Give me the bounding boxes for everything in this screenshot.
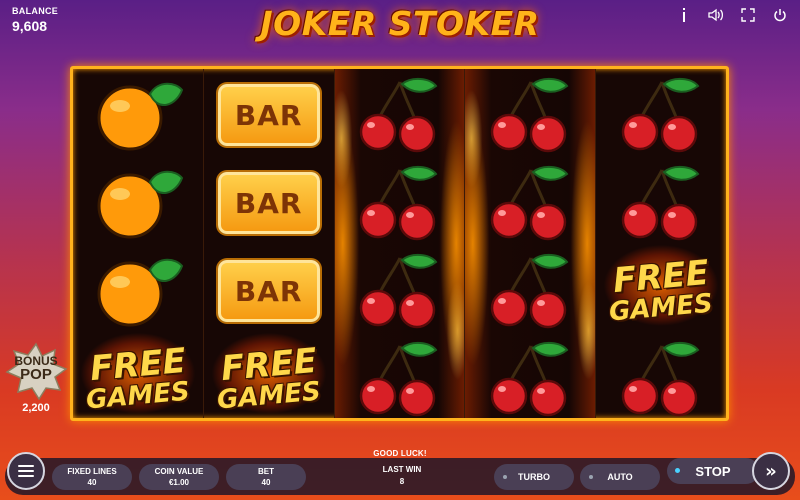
last-win-label: LAST WIN — [382, 465, 422, 474]
coin-value-label: COIN VALUE — [154, 467, 204, 476]
bar-symbol: BAR — [204, 247, 334, 335]
orange-symbol — [73, 159, 203, 247]
bar-symbol: BAR — [204, 71, 334, 159]
cherry-symbol — [596, 71, 726, 159]
bar-tile: BAR — [217, 84, 320, 146]
auto-label: AUTO — [607, 472, 633, 482]
auto-toggle[interactable]: AUTO — [580, 464, 660, 490]
reel-2: BAR BAR BAR FREE GAMES — [203, 69, 335, 424]
free-games-line2: GAMES — [84, 376, 191, 415]
auto-indicator — [589, 475, 593, 479]
turbo-toggle[interactable]: TURBO — [494, 464, 574, 490]
orange-symbol — [73, 71, 203, 159]
status-message: GOOD LUCK! — [373, 449, 427, 458]
cherry-symbol — [465, 247, 595, 335]
stop-label: STOP — [695, 463, 731, 479]
power-icon[interactable] — [770, 5, 790, 25]
cherry-symbol — [335, 247, 465, 335]
double-chevron-right-icon: » — [765, 460, 777, 482]
bet-value: 40 — [261, 478, 271, 487]
cherry-symbol — [465, 335, 595, 423]
free-games-line2: GAMES — [215, 376, 322, 415]
bar-tile: BAR — [217, 172, 320, 234]
bar-tile: BAR — [217, 260, 320, 322]
fullscreen-icon[interactable] — [738, 5, 758, 25]
top-icon-bar — [674, 5, 790, 25]
reel-3 — [334, 69, 466, 418]
reel-4 — [465, 69, 597, 418]
free-games-symbol: FREE GAMES — [73, 332, 203, 424]
bar-text: BAR — [234, 274, 303, 308]
coin-value-value: €1.00 — [168, 478, 190, 487]
menu-button[interactable] — [7, 452, 45, 490]
spin-button[interactable]: » — [752, 452, 790, 490]
turbo-indicator — [503, 475, 507, 479]
last-win-value: 8 — [399, 477, 405, 486]
bar-text: BAR — [234, 186, 303, 220]
cherry-symbol — [335, 335, 465, 423]
menu-icon — [18, 465, 34, 467]
free-games-symbol: FREE GAMES — [203, 332, 334, 424]
free-games-symbol: FREE GAMES — [596, 244, 726, 336]
bet-selector[interactable]: BET 40 — [226, 464, 306, 490]
cherry-symbol — [335, 159, 465, 247]
bar-text: BAR — [234, 98, 303, 132]
cherry-symbol — [465, 71, 595, 159]
cherry-symbol — [596, 159, 726, 247]
stop-button[interactable]: STOP — [667, 458, 759, 484]
turbo-label: TURBO — [518, 472, 550, 482]
bonus-pop-badge: BONUS POP 2,200 — [4, 342, 68, 418]
cherry-symbol — [465, 159, 595, 247]
orange-symbol — [73, 247, 203, 335]
fixed-lines-value: 40 — [87, 478, 97, 487]
reel-grid: FREE GAMES BAR BAR BAR FREE GAMES FREE G… — [70, 66, 729, 424]
stop-indicator — [675, 468, 680, 473]
bonus-label-line2: POP — [20, 366, 52, 383]
bonus-star-icon: BONUS POP — [4, 342, 68, 401]
reel-5: FREE GAMES — [596, 69, 726, 418]
bet-label: BET — [258, 467, 274, 476]
sound-icon[interactable] — [706, 5, 726, 25]
bar-symbol: BAR — [204, 159, 334, 247]
info-icon[interactable] — [674, 5, 694, 25]
bonus-amount: 2,200 — [22, 402, 50, 414]
last-win-display: LAST WIN 8 — [362, 465, 442, 486]
free-games-line2: GAMES — [608, 288, 715, 327]
fixed-lines-label: FIXED LINES — [67, 467, 117, 476]
fixed-lines-display: FIXED LINES 40 — [52, 464, 132, 490]
coin-value-selector[interactable]: COIN VALUE €1.00 — [139, 464, 219, 490]
cherry-symbol — [335, 71, 465, 159]
reel-1: FREE GAMES — [73, 69, 204, 424]
cherry-symbol — [596, 335, 726, 423]
